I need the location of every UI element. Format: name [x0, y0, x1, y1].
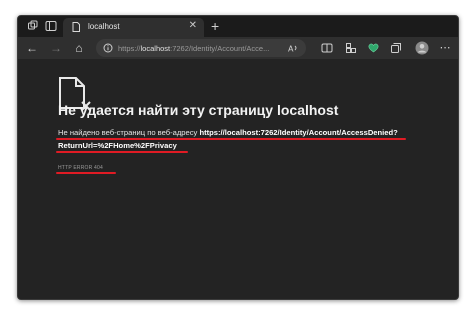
highlight-underline-2 — [56, 151, 188, 153]
highlight-underline-3 — [56, 172, 116, 174]
tab-close-button[interactable]: ✕ — [189, 20, 197, 31]
collections-icon[interactable] — [390, 42, 402, 54]
more-menu-button[interactable]: ⋯ — [437, 40, 453, 56]
svg-text:A: A — [288, 45, 294, 54]
profile-icon[interactable] — [415, 41, 429, 55]
localhost-favicon — [72, 22, 80, 32]
url-host: localhost — [140, 44, 171, 53]
error-message-prefix: Не найдено веб-страниц по веб-адресу — [58, 128, 200, 137]
address-bar[interactable]: https://localhost:7262/Identity/Account/… — [96, 39, 306, 57]
copilot-icon[interactable] — [367, 42, 380, 54]
back-button[interactable]: ← — [24, 40, 40, 56]
page-title: Не удается найти эту страницу localhost — [58, 102, 339, 118]
tab-title: localhost — [88, 22, 120, 31]
tab-sidebar-icon[interactable] — [45, 20, 57, 32]
new-tab-button[interactable]: + — [211, 17, 219, 35]
highlight-underline-1 — [56, 138, 406, 140]
read-aloud-icon[interactable]: A — [288, 43, 299, 53]
tab-bar: localhost ✕ + — [18, 16, 458, 37]
error-url: https://localhost:7262/Identity/Account/… — [199, 128, 398, 137]
navigation-bar: ← → ⌂ https://localhost:7262/Identity/Ac… — [18, 37, 458, 59]
http-error-code: HTTP ERROR 404 — [58, 165, 103, 171]
url-path: :7262/Identity/Account/Acce... — [170, 44, 270, 53]
home-button[interactable]: ⌂ — [71, 40, 87, 56]
info-icon[interactable] — [103, 43, 113, 53]
address-text: https://localhost:7262/Identity/Account/… — [118, 44, 269, 53]
tab-actions-icon[interactable] — [27, 20, 39, 32]
error-url-continued: ReturnUrl=%2FHome%2FPrivacy — [58, 141, 177, 150]
error-message: Не найдено веб-страниц по веб-адресу htt… — [58, 128, 398, 137]
forward-button[interactable]: → — [48, 40, 64, 56]
split-screen-icon[interactable] — [321, 42, 333, 54]
browser-window: localhost ✕ + ← → ⌂ https://localhost:72… — [17, 15, 459, 300]
url-scheme: https:// — [118, 44, 141, 53]
tab-localhost[interactable]: localhost ✕ — [63, 18, 204, 37]
extensions-icon[interactable] — [345, 42, 357, 54]
